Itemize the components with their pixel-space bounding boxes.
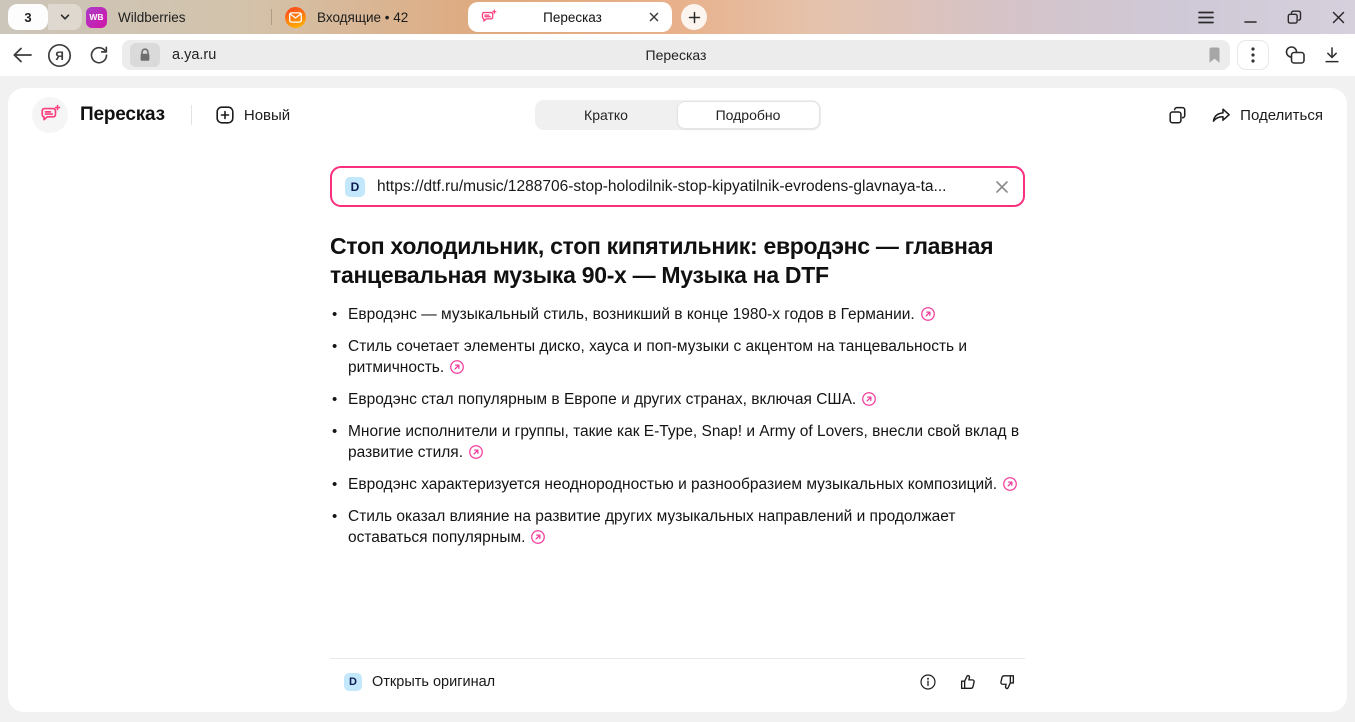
list-item: Стиль оказал влияние на развитие других … [330, 506, 1025, 548]
open-original-link[interactable]: D Открыть оригинал [344, 673, 495, 691]
list-item: Евродэнс стал популярным в Европе и друг… [330, 389, 1025, 410]
summary-point-text: Стиль сочетает элементы диско, хауса и п… [348, 338, 967, 376]
url-domain[interactable]: a.ya.ru [172, 47, 216, 63]
dtf-favicon: D [344, 673, 362, 691]
clear-url-icon[interactable] [994, 179, 1010, 195]
open-source-link-icon[interactable] [920, 306, 936, 322]
browser-toolbar: Я a.ya.ru Пересказ [0, 34, 1355, 76]
summary-mode-switcher: Кратко Подробно [535, 100, 821, 130]
tab-brief[interactable]: Кратко [536, 101, 677, 129]
browser-menu-icon[interactable] [1198, 11, 1214, 24]
open-source-link-icon[interactable] [449, 359, 465, 375]
open-source-link-icon[interactable] [1002, 476, 1018, 492]
summary-list: Евродэнс — музыкальный стиль, возникший … [330, 304, 1025, 559]
source-url-text[interactable]: https://dtf.ru/music/1288706-stop-holodi… [377, 178, 982, 196]
back-icon[interactable] [12, 46, 33, 64]
open-source-link-icon[interactable] [530, 529, 546, 545]
tab-label: Wildberries [118, 10, 186, 25]
new-summary-button[interactable]: Новый [216, 106, 290, 124]
tab-wildberries[interactable]: WB Wildberries [86, 0, 186, 34]
summary-point-text: Стиль оказал влияние на развитие других … [348, 508, 955, 546]
share-button-label: Поделиться [1240, 107, 1323, 124]
summary-point-text: Евродэнс — музыкальный стиль, возникший … [348, 306, 915, 323]
info-icon[interactable] [919, 673, 937, 691]
tab-separator [271, 9, 272, 25]
yandex-home-icon[interactable]: Я [47, 43, 72, 68]
summary-footer: D Открыть оригинал [330, 658, 1025, 705]
pereskaz-app-card: Пересказ Новый Кратко Подробно Поделитьс… [8, 88, 1347, 712]
share-button[interactable]: Поделиться [1211, 106, 1323, 124]
list-item: Многие исполнители и группы, такие как E… [330, 421, 1025, 463]
share-icon [1211, 106, 1231, 124]
tab-label: Пересказ [497, 10, 648, 25]
restore-window-button[interactable] [1287, 10, 1302, 25]
pereskaz-favicon-icon [480, 9, 497, 26]
list-item: Евродэнс характеризуется неоднородностью… [330, 474, 1025, 495]
refresh-icon[interactable] [88, 44, 110, 66]
download-icon[interactable] [1322, 45, 1342, 65]
plus-square-icon [216, 106, 234, 124]
lock-icon[interactable] [130, 43, 160, 67]
summary-point-text: Евродэнс стал популярным в Европе и друг… [348, 391, 856, 408]
tab-label: Входящие • 42 [317, 10, 408, 25]
list-item: Стиль сочетает элементы диско, хауса и п… [330, 336, 1025, 378]
dtf-favicon: D [345, 177, 365, 197]
address-bar-page-title: Пересказ [122, 47, 1230, 63]
thumbs-up-icon[interactable] [958, 673, 977, 692]
article-title: Стоп холодильник, стоп кипятильник: евро… [330, 232, 1025, 290]
open-source-link-icon[interactable] [861, 391, 877, 407]
tab-counter[interactable]: 3 [8, 4, 82, 30]
bookmark-icon[interactable] [1207, 47, 1222, 64]
address-bar-menu-icon[interactable] [1237, 40, 1269, 70]
tab-mail-inbox[interactable]: Входящие • 42 [285, 0, 408, 34]
collections-icon[interactable] [1284, 45, 1307, 66]
tab-pereskaz-active[interactable]: Пересказ [468, 2, 672, 32]
source-url-field[interactable]: D https://dtf.ru/music/1288706-stop-holo… [330, 166, 1025, 207]
header-divider [191, 105, 192, 125]
page-title: Пересказ [80, 104, 165, 126]
summary-point-text: Многие исполнители и группы, такие как E… [348, 423, 1019, 461]
chevron-down-icon[interactable] [48, 4, 82, 30]
wildberries-icon: WB [86, 7, 107, 28]
tab-detailed[interactable]: Подробно [677, 101, 820, 129]
list-item: Евродэнс — музыкальный стиль, возникший … [330, 304, 1025, 325]
open-source-link-icon[interactable] [468, 444, 484, 460]
open-original-label: Открыть оригинал [372, 674, 495, 690]
yandex-mail-icon [285, 7, 306, 28]
tab-count-badge[interactable]: 3 [8, 4, 48, 30]
close-window-button[interactable] [1332, 11, 1345, 24]
close-tab-icon[interactable] [648, 11, 660, 23]
new-button-label: Новый [244, 107, 290, 124]
thumbs-down-icon[interactable] [998, 673, 1017, 692]
summary-content: D https://dtf.ru/music/1288706-stop-holo… [330, 142, 1025, 712]
copy-icon[interactable] [1168, 106, 1187, 125]
address-bar[interactable]: a.ya.ru Пересказ [122, 40, 1230, 70]
summary-point-text: Евродэнс характеризуется неоднородностью… [348, 476, 997, 493]
app-header: Пересказ Новый Кратко Подробно Поделитьс… [8, 88, 1347, 142]
minimize-window-button[interactable] [1244, 11, 1257, 24]
svg-text:Я: Я [55, 49, 64, 63]
pereskaz-logo-icon [32, 97, 68, 133]
browser-tab-bar: 3 WB Wildberries Входящие • 42 Пересказ [0, 0, 1355, 34]
new-tab-button[interactable] [681, 4, 707, 30]
